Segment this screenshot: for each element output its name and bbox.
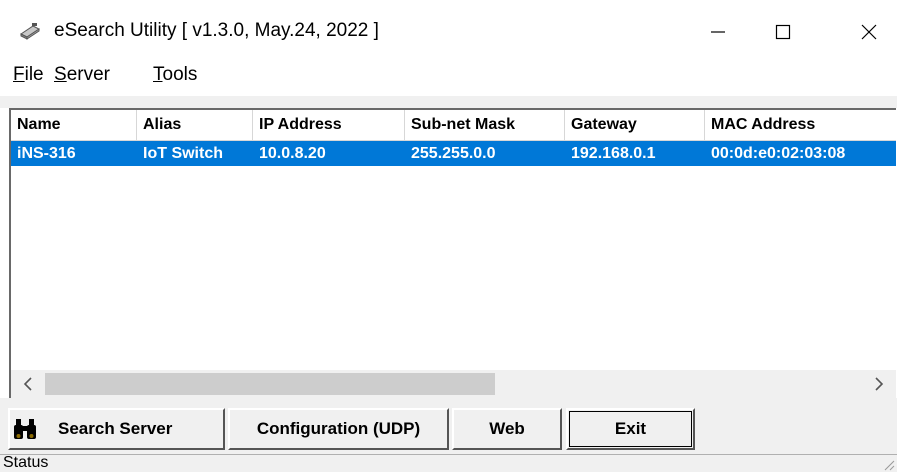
title-bar: eSearch Utility [ v1.3.0, May.24, 2022 ] xyxy=(0,0,897,62)
scroll-right-button[interactable] xyxy=(862,370,896,398)
list-header: Name Alias IP Address Sub-net Mask Gatew… xyxy=(11,110,896,141)
menu-server[interactable]: Server xyxy=(54,64,110,86)
search-server-button[interactable]: Search Server xyxy=(8,408,225,450)
status-bar: Status xyxy=(0,454,897,472)
menu-file[interactable]: File xyxy=(13,64,44,86)
toolbar-separator xyxy=(0,96,897,108)
column-header-gateway[interactable]: Gateway xyxy=(565,110,705,140)
close-button[interactable] xyxy=(846,14,892,50)
cell-subnet-mask: 255.255.0.0 xyxy=(411,145,496,162)
cell-ip-address: 10.0.8.20 xyxy=(259,145,326,162)
column-header-alias[interactable]: Alias xyxy=(137,110,253,140)
menu-tools-mnemonic: T xyxy=(153,64,163,85)
maximize-button[interactable] xyxy=(760,14,806,50)
column-header-name[interactable]: Name xyxy=(11,110,137,140)
cell-mac-address: 00:0d:e0:02:03:08 xyxy=(711,145,846,162)
column-header-mac-address[interactable]: MAC Address xyxy=(705,110,896,140)
scroll-left-button[interactable] xyxy=(11,370,45,398)
window-title: eSearch Utility [ v1.3.0, May.24, 2022 ] xyxy=(54,20,379,41)
server-list[interactable]: Name Alias IP Address Sub-net Mask Gatew… xyxy=(9,108,896,398)
menu-tools[interactable]: Tools xyxy=(153,64,197,86)
minimize-button[interactable] xyxy=(695,14,741,50)
minimize-icon xyxy=(711,31,725,33)
resize-grip-icon[interactable] xyxy=(881,457,895,471)
binoculars-icon xyxy=(14,419,36,439)
chevron-right-icon xyxy=(875,377,884,391)
table-row[interactable]: iNS-316 IoT Switch 10.0.8.20 255.255.0.0… xyxy=(11,141,896,166)
column-header-ip-address[interactable]: IP Address xyxy=(253,110,405,140)
web-label: Web xyxy=(489,419,525,438)
configuration-udp-button[interactable]: Configuration (UDP) xyxy=(228,408,449,450)
menu-file-label: ile xyxy=(24,64,44,85)
configuration-udp-label: Configuration (UDP) xyxy=(256,419,421,438)
menu-bar: File Server Tools xyxy=(0,62,897,96)
web-button[interactable]: Web xyxy=(452,408,562,450)
menu-server-mnemonic: S xyxy=(54,64,67,85)
cell-gateway: 192.168.0.1 xyxy=(571,145,656,162)
network-device-icon xyxy=(20,23,40,40)
cell-name: iNS-316 xyxy=(17,145,76,162)
horizontal-scrollbar[interactable] xyxy=(11,370,896,398)
menu-server-label: erver xyxy=(66,64,110,85)
search-server-label: Search Server xyxy=(58,419,173,438)
menu-file-mnemonic: F xyxy=(13,64,25,85)
cell-alias: IoT Switch xyxy=(143,145,223,162)
button-bar: Search Server Configuration (UDP) Web Ex… xyxy=(0,398,897,454)
status-text: Status xyxy=(3,454,49,471)
close-icon xyxy=(861,24,877,40)
maximize-icon xyxy=(775,24,791,40)
column-header-subnet-mask[interactable]: Sub-net Mask xyxy=(405,110,565,140)
scrollbar-thumb[interactable] xyxy=(45,373,495,395)
exit-label: Exit xyxy=(614,419,647,438)
menu-tools-label: ools xyxy=(162,64,198,85)
chevron-left-icon xyxy=(23,377,32,391)
exit-button[interactable]: Exit xyxy=(566,408,695,450)
